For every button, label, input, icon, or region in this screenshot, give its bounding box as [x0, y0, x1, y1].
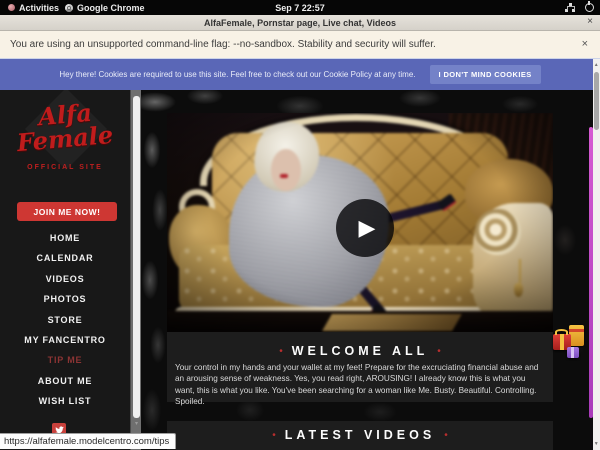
hero-video-thumbnail[interactable]: ▶	[167, 113, 553, 332]
window-close-button[interactable]: ×	[587, 16, 593, 27]
cookie-banner: Hey there! Cookies are required to use t…	[0, 59, 600, 90]
bullet-icon: •	[437, 346, 441, 357]
sidebar-scroll-down-icon[interactable]: ▾	[132, 420, 141, 427]
notification-close-button[interactable]: ×	[582, 38, 588, 50]
sidebar-item-store[interactable]: STORE	[0, 310, 130, 330]
join-me-now-button[interactable]: JOIN ME NOW!	[17, 202, 117, 221]
sidebar-item-videos[interactable]: VIDEOS	[0, 269, 130, 289]
cookie-message: Hey there! Cookies are required to use t…	[59, 70, 415, 79]
activities-label: Activities	[19, 3, 59, 13]
sidebar: Alfa Female OFFICIAL SITE JOIN ME NOW! H…	[0, 90, 130, 450]
sidebar-item-my-fancentro[interactable]: MY FANCENTRO	[0, 330, 130, 350]
bullet-icon: •	[272, 430, 276, 441]
sidebar-item-wish-list[interactable]: WISH LIST	[0, 391, 130, 411]
bullet-icon: •	[444, 430, 448, 441]
chrome-icon	[65, 4, 73, 12]
flag-notification-text: You are using an unsupported command-lin…	[10, 39, 436, 50]
power-icon[interactable]	[585, 3, 594, 12]
page-scrollbar-thumb[interactable]	[594, 72, 600, 130]
play-icon: ▶	[359, 217, 376, 239]
activities-indicator-icon	[8, 4, 15, 11]
sidebar-item-about-me[interactable]: ABOUT ME	[0, 371, 130, 391]
sidebar-menu: HOME CALENDAR VIDEOS PHOTOS STORE MY FAN…	[0, 228, 130, 412]
welcome-title: WELCOME ALL	[292, 344, 429, 358]
app-menu-label: Google Chrome	[77, 3, 145, 13]
sidebar-item-tip-me[interactable]: TIP ME	[0, 350, 130, 370]
activities-button[interactable]: Activities	[8, 3, 59, 13]
bullet-icon: •	[279, 346, 283, 357]
link-status-bar: https://alfafemale.modelcentro.com/tips	[0, 433, 176, 449]
site-logo[interactable]: Alfa Female OFFICIAL SITE	[0, 98, 130, 178]
scroll-up-icon[interactable]: ▲	[593, 62, 600, 68]
page-scrollbar[interactable]: ▲ ▼	[593, 59, 600, 450]
latest-videos-panel: • LATEST VIDEOS •	[167, 421, 553, 450]
scroll-down-icon[interactable]: ▼	[593, 441, 600, 447]
cookie-accept-button[interactable]: I DON'T MIND COOKIES	[430, 65, 541, 84]
sidebar-item-photos[interactable]: PHOTOS	[0, 289, 130, 309]
play-button[interactable]: ▶	[336, 199, 394, 257]
logo-subtitle: OFFICIAL SITE	[0, 164, 130, 171]
gift-icon	[567, 347, 579, 358]
window-title: AlfaFemale, Pornstar page, Live chat, Vi…	[204, 18, 396, 28]
flag-notification-bar: You are using an unsupported command-lin…	[0, 31, 600, 59]
main-content-panel: ▶ • WELCOME ALL • Your control in my han…	[167, 113, 553, 402]
latest-videos-heading: • LATEST VIDEOS •	[167, 428, 553, 442]
gift-icon	[569, 325, 584, 346]
window-titlebar[interactable]: AlfaFemale, Pornstar page, Live chat, Vi…	[0, 15, 600, 31]
sidebar-item-home[interactable]: HOME	[0, 228, 130, 248]
welcome-heading: • WELCOME ALL •	[167, 344, 553, 358]
welcome-paragraph: Your control in my hands and your wallet…	[175, 362, 543, 408]
gnome-top-bar: Activities Google Chrome Sep 7 22:57	[0, 0, 600, 15]
sidebar-item-calendar[interactable]: CALENDAR	[0, 248, 130, 268]
status-url: https://alfafemale.modelcentro.com/tips	[4, 436, 169, 447]
sidebar-scrollbar[interactable]: ▾	[130, 90, 141, 450]
screen: Activities Google Chrome Sep 7 22:57 Alf…	[0, 0, 600, 450]
app-menu-button[interactable]: Google Chrome	[65, 3, 145, 13]
latest-videos-title: LATEST VIDEOS	[285, 428, 435, 442]
network-icon[interactable]	[565, 3, 575, 12]
sidebar-scrollbar-thumb[interactable]	[133, 96, 140, 418]
gifts-widget[interactable]	[550, 322, 592, 364]
